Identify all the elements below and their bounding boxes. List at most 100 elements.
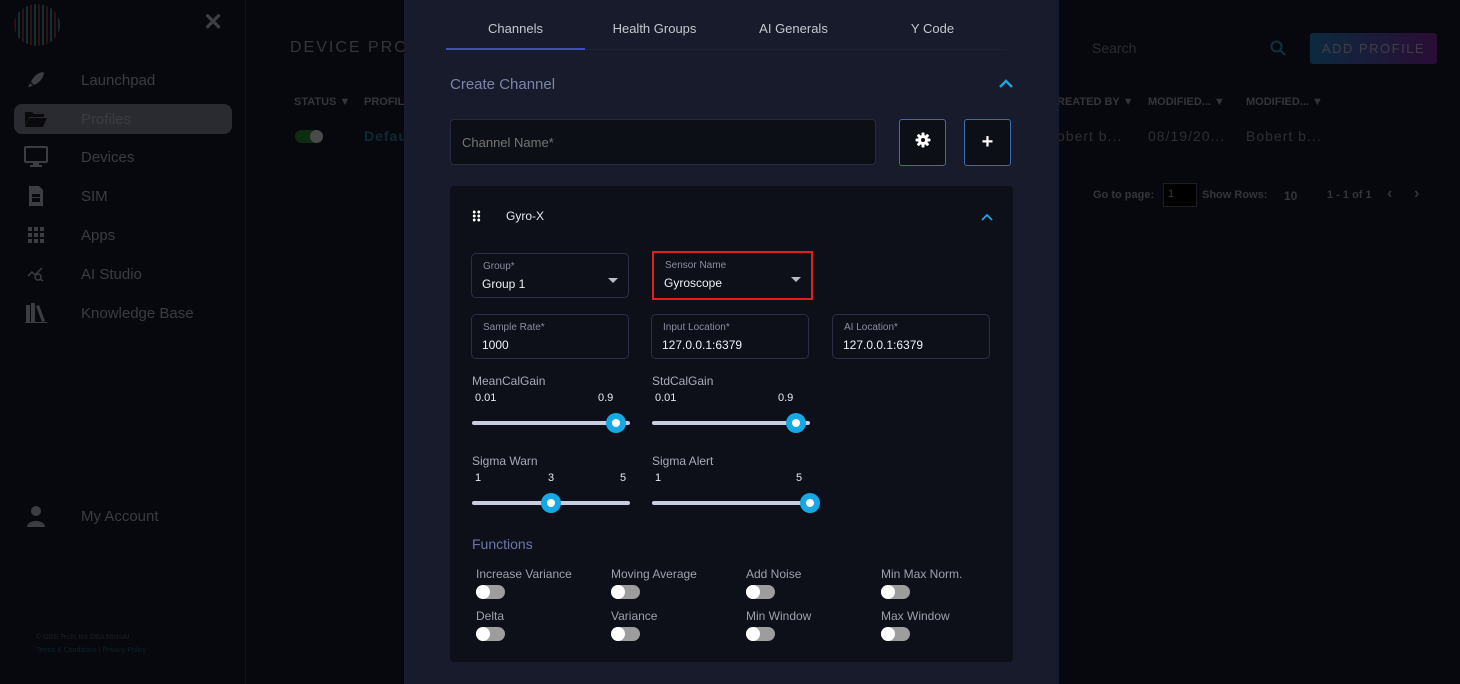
sidebar-item-label: Devices	[81, 148, 135, 166]
sidebar-item-apps[interactable]: Apps	[14, 220, 232, 250]
dropdown-caret-icon	[608, 278, 618, 283]
function-toggle[interactable]	[881, 627, 910, 641]
function-toggle[interactable]	[611, 627, 640, 641]
privacy-link[interactable]: Privacy Policy	[102, 647, 146, 654]
sidebar-item-devices[interactable]: Devices	[14, 142, 232, 172]
column-label: MODIFIED...	[1246, 96, 1309, 108]
function-toggle[interactable]	[881, 585, 910, 599]
field-label: Sensor Name	[665, 260, 727, 271]
sidebar-item-knowledge-base[interactable]: Knowledge Base	[14, 298, 232, 328]
function-toggle[interactable]	[611, 585, 640, 599]
add-channel-button[interactable]: +	[964, 119, 1011, 166]
copyright-text: © ONE Tech, Inc DBA MicroAI	[36, 634, 130, 641]
sidebar-item-label: Apps	[81, 226, 116, 244]
slider-label: Sigma Alert	[652, 454, 714, 468]
page-number-input[interactable]: 1	[1163, 183, 1197, 207]
filter-icon[interactable]: ▼	[1312, 96, 1323, 108]
user-icon	[14, 505, 58, 527]
function-min-max-norm: Min Max Norm.	[881, 567, 1011, 599]
close-sidebar-button[interactable]: ✕	[203, 8, 223, 37]
group-select[interactable]: Group* Group 1	[471, 253, 629, 298]
prev-page-button[interactable]: ‹	[1387, 185, 1392, 203]
channel-settings-button[interactable]	[899, 119, 946, 166]
monitor-icon	[14, 146, 58, 168]
sidebar-item-label: Launchpad	[81, 71, 156, 89]
collapse-create-channel-chevron-up-icon[interactable]	[998, 76, 1014, 94]
search-input[interactable]: Search	[1092, 40, 1136, 56]
slider-value-label: 0.9	[778, 392, 794, 404]
sidebar: ✕ Launchpad Profiles Devices SIM Apps AI…	[0, 0, 246, 684]
tab-ai-generals[interactable]: AI Generals	[724, 12, 863, 49]
column-header-modified-by[interactable]: MODIFIED... ▼	[1246, 96, 1323, 108]
status-toggle[interactable]	[295, 130, 323, 143]
field-label: Input Location*	[663, 322, 730, 333]
slider-min-label: 0.01	[475, 392, 497, 404]
drag-handle-icon[interactable]	[472, 210, 481, 222]
ai-location-field[interactable]: AI Location* 127.0.0.1:6379	[832, 314, 990, 359]
sidebar-item-my-account[interactable]: My Account	[14, 501, 232, 531]
sidebar-item-profiles[interactable]: Profiles	[14, 104, 232, 134]
slider-track[interactable]	[652, 501, 810, 505]
collapse-channel-chevron-up-icon[interactable]	[981, 208, 993, 226]
slider-value-label: 3	[548, 472, 555, 484]
function-label: Min Window	[746, 609, 812, 623]
function-variance: Variance	[611, 609, 741, 641]
footer-links: Terms & Conditions | Privacy Policy	[36, 647, 146, 654]
cell-modified-by: Bobert b...	[1246, 128, 1322, 144]
column-header-created-by[interactable]: REATED BY ▼	[1057, 96, 1134, 108]
column-header-modified-date[interactable]: MODIFIED... ▼	[1148, 96, 1225, 108]
slider-value-label: 0.9	[598, 392, 614, 404]
slider-thumb[interactable]	[785, 413, 806, 433]
gear-icon	[915, 131, 931, 154]
channel-name-input[interactable]	[450, 119, 876, 165]
tab-health-groups[interactable]: Health Groups	[585, 12, 724, 49]
rows-per-page-select[interactable]: 10	[1284, 189, 1297, 203]
function-label: Delta	[476, 609, 505, 623]
sidebar-item-launchpad[interactable]: Launchpad	[14, 65, 232, 95]
slider-thumb[interactable]	[800, 493, 820, 513]
add-profile-button[interactable]: ADD PROFILE	[1310, 33, 1437, 64]
field-value: 127.0.0.1:6379	[843, 338, 924, 352]
function-toggle[interactable]	[746, 627, 775, 641]
field-value: 127.0.0.1:6379	[662, 338, 743, 352]
filter-icon[interactable]: ▼	[1214, 96, 1225, 108]
function-moving-average: Moving Average	[611, 567, 741, 599]
next-page-button[interactable]: ›	[1414, 185, 1419, 203]
tab-y-code[interactable]: Y Code	[863, 12, 1002, 49]
sensor-name-select[interactable]: Sensor Name Gyroscope	[652, 251, 813, 300]
function-delta: Delta	[476, 609, 606, 641]
dropdown-caret-icon	[791, 277, 801, 282]
column-label: STATUS	[294, 96, 337, 108]
filter-icon[interactable]: ▼	[1123, 96, 1134, 108]
sidebar-item-ai-studio[interactable]: AI Studio	[14, 259, 232, 289]
search-icon[interactable]	[1270, 40, 1286, 59]
chart-search-icon	[14, 266, 58, 282]
channel-title: Gyro-X	[506, 209, 545, 223]
slider-label: StdCalGain	[652, 374, 714, 388]
rocket-icon	[14, 70, 58, 90]
column-header-profile[interactable]: PROFIL	[364, 96, 404, 108]
function-toggle[interactable]	[476, 585, 505, 599]
profile-editor-modal: Channels Health Groups AI Generals Y Cod…	[404, 0, 1059, 684]
grid-icon	[14, 227, 58, 243]
sidebar-item-label: Profiles	[81, 110, 132, 128]
input-location-field[interactable]: Input Location* 127.0.0.1:6379	[651, 314, 809, 359]
function-toggle[interactable]	[746, 585, 775, 599]
function-toggle[interactable]	[476, 627, 505, 641]
sidebar-item-label: Knowledge Base	[81, 304, 194, 322]
slider-min-label: 1	[475, 472, 482, 484]
slider-thumb[interactable]	[605, 413, 626, 433]
sidebar-item-sim[interactable]: SIM	[14, 181, 232, 211]
function-label: Max Window	[881, 609, 950, 623]
tab-channels[interactable]: Channels	[446, 12, 585, 50]
field-value: 1000	[482, 338, 509, 352]
slider-thumb[interactable]	[541, 493, 561, 513]
profile-name-link[interactable]: Defau	[364, 128, 408, 144]
column-header-status[interactable]: STATUS ▼	[294, 96, 350, 108]
function-label: Add Noise	[746, 567, 802, 581]
sidebar-item-label: AI Studio	[81, 265, 142, 283]
field-label: AI Location*	[844, 322, 898, 333]
sample-rate-field[interactable]: Sample Rate* 1000	[471, 314, 629, 359]
terms-link[interactable]: Terms & Conditions	[36, 647, 97, 654]
filter-icon[interactable]: ▼	[339, 96, 350, 108]
